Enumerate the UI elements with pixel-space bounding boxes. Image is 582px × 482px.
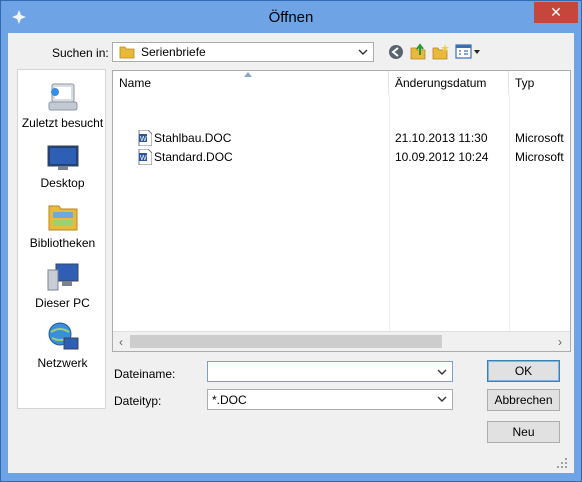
filename-field[interactable] [207,361,453,382]
place-label: Bibliotheken [29,236,96,250]
filetype-value: *.DOC [212,393,247,407]
title-bar[interactable]: Öffnen ✕ [1,1,581,33]
svg-text:W: W [140,136,147,143]
file-date: 10.09.2012 10:24 [395,150,489,164]
column-header-date[interactable]: Änderungsdatum [389,71,509,95]
new-folder-icon[interactable] [431,43,449,61]
folder-icon [119,46,135,59]
scroll-left-icon[interactable]: ‹ [115,334,127,350]
lookin-value: Serienbriefe [141,45,206,59]
file-type: Microsoft [515,131,564,145]
place-label: Dieser PC [35,296,90,310]
filetype-combo[interactable]: *.DOC [207,389,453,410]
resize-grip-icon[interactable] [556,457,568,469]
column-header-name[interactable]: Name [113,71,389,95]
window-title: Öffnen [268,9,314,26]
file-name: Stahlbau.DOC [154,131,232,145]
column-header-type[interactable]: Typ [509,71,570,95]
lookin-combo[interactable]: Serienbriefe [112,42,374,62]
dialog-client: Suchen in: Serienbriefe Zuletzt besucht … [8,33,574,473]
word-document-icon: W [138,130,152,146]
place-label: Zuletzt besucht [21,116,104,130]
place-label: Netzwerk [37,356,88,370]
view-menu-icon[interactable] [455,43,481,61]
libraries-icon [48,205,78,231]
sort-ascending-icon [244,72,252,77]
network-icon [48,322,79,350]
place-label: Desktop [40,176,85,190]
new-button[interactable]: Neu [487,421,560,443]
recent-places-icon [48,83,78,111]
dialog-window: Öffnen ✕ Suchen in: Serienbriefe Zuletzt… [0,0,582,482]
filename-label: Dateiname: [114,367,176,381]
chevron-down-icon[interactable] [436,366,448,378]
file-type: Microsoft [515,150,564,164]
chevron-down-icon[interactable] [357,46,369,58]
svg-text:W: W [140,155,147,162]
horizontal-scrollbar[interactable]: ‹ › [113,331,570,351]
file-row[interactable]: W Standard.DOC 10.09.2012 10:24 Microsof… [113,148,570,166]
file-list: Name Änderungsdatum Typ W Stahlbau.DOC 2… [112,70,571,352]
back-icon[interactable] [387,43,405,61]
chevron-down-icon[interactable] [436,393,448,405]
file-date: 21.10.2013 11:30 [395,131,488,145]
file-name: Standard.DOC [154,150,233,164]
scrollbar-thumb[interactable] [130,335,442,348]
file-row[interactable]: W Stahlbau.DOC 21.10.2013 11:30 Microsof… [113,129,570,147]
close-button[interactable]: ✕ [534,2,578,23]
lookin-label: Suchen in: [52,46,109,60]
desktop-icon [47,145,79,170]
cancel-button[interactable]: Abbrechen [487,389,560,411]
scroll-right-icon[interactable]: › [554,334,566,350]
ok-button[interactable]: OK [487,360,560,382]
filetype-label: Dateityp: [114,394,162,408]
up-folder-icon[interactable] [409,43,427,61]
word-document-icon: W [138,149,152,165]
this-pc-icon [47,263,79,291]
places-bar: Zuletzt besucht Desktop Bibliotheken Die… [17,69,106,409]
